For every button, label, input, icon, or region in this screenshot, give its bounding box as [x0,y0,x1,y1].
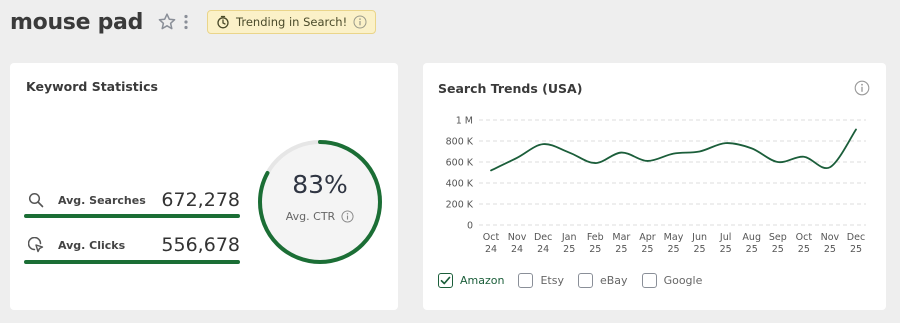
legend-item-etsy[interactable]: Etsy [518,273,564,288]
x-tick-label: Nov [508,232,527,243]
x-tick-label: May [664,232,684,243]
keyword-title: mouse pad [10,9,144,35]
search-trends-card: Search Trends (USA) 0 200 K 400 K 600 K 800 … [423,63,886,310]
legend-label: Amazon [460,274,505,287]
avg-clicks-label: Avg. Clicks [58,239,126,252]
x-tick-label: 25 [772,244,784,255]
ctr-value: 83% [292,170,348,199]
avg-clicks-row: Avg. Clicks 556,678 [26,234,240,258]
x-tick-label: 25 [563,244,575,255]
checkbox[interactable] [438,273,453,288]
info-icon[interactable] [341,210,354,223]
more-options-icon[interactable] [181,12,191,32]
x-tick-label: Aug [742,232,761,243]
y-tick-label: 600 K [446,158,474,169]
pointer-click-icon [28,237,44,253]
avg-searches-row: Avg. Searches 672,278 [26,189,240,213]
x-tick-label: 25 [615,244,627,255]
x-tick-label: 25 [746,244,758,255]
y-tick-label: 1 M [456,116,473,127]
timer-icon [217,15,229,29]
x-tick-label: 25 [589,244,601,255]
x-tick-label: Nov [821,232,840,243]
info-icon[interactable] [353,15,367,29]
trending-badge: Trending in Search! [207,10,377,34]
avg-searches-label: Avg. Searches [58,194,146,207]
x-tick-label: 25 [694,244,706,255]
search-icon [28,192,44,208]
avg-clicks-value: 556,678 [161,234,240,256]
x-tick-label: Jun [691,232,707,243]
legend-label: Etsy [540,274,564,287]
x-tick-label: 25 [850,244,862,255]
search-trends-chart: 0200 K400 K600 K800 K1 MOct24Nov24Dec24J… [446,116,866,255]
x-tick-label: 24 [511,244,523,255]
x-tick-label: Dec [847,232,865,243]
x-tick-label: 25 [667,244,679,255]
x-tick-label: 24 [537,244,549,255]
x-tick-label: 25 [720,244,732,255]
ctr-label: Avg. CTR [285,210,336,223]
x-tick-label: 24 [485,244,497,255]
y-tick-label: 800 K [446,137,474,148]
x-tick-label: Oct [796,232,813,243]
y-tick-label: 200 K [446,200,474,211]
x-tick-label: Feb [587,232,604,243]
x-tick-label: Jan [561,232,577,243]
card-title: Keyword Statistics [26,79,158,94]
avg-searches-bar [24,214,240,218]
series-line-amazon [490,128,857,172]
x-tick-label: 25 [798,244,810,255]
x-tick-label: 25 [641,244,653,255]
checkmark-icon [440,276,451,285]
checkbox[interactable] [518,273,534,288]
checkbox[interactable] [641,273,657,288]
trending-badge-label: Trending in Search! [236,15,348,29]
y-tick-label: 0 [467,221,473,232]
favorite-star-icon[interactable] [157,12,177,32]
x-tick-label: Mar [612,232,630,243]
avg-clicks-bar [24,260,240,264]
x-tick-label: Apr [639,232,656,243]
x-tick-label: Dec [534,232,552,243]
y-tick-label: 400 K [446,179,474,190]
x-tick-label: Sep [769,232,787,243]
legend-item-amazon[interactable]: Amazon [438,273,504,288]
legend-label: Google [663,274,703,287]
x-tick-label: Jul [719,232,731,243]
ctr-gauge [258,140,382,264]
x-tick-label: 25 [824,244,836,255]
ctr-label-row: Avg. CTR [256,210,384,223]
x-tick-label: Oct [483,232,500,243]
avg-searches-value: 672,278 [161,189,240,211]
legend-item-ebay[interactable]: eBay [577,273,628,288]
chart-legend: Amazon Etsy eBay Google [438,273,716,288]
keyword-statistics-card: Keyword Statistics Avg. Searches 672,278… [10,63,398,310]
checkbox[interactable] [577,273,593,288]
legend-label: eBay [599,274,628,287]
legend-item-google[interactable]: Google [641,273,703,288]
page-header: mouse pad Trending in Search! [10,6,377,38]
